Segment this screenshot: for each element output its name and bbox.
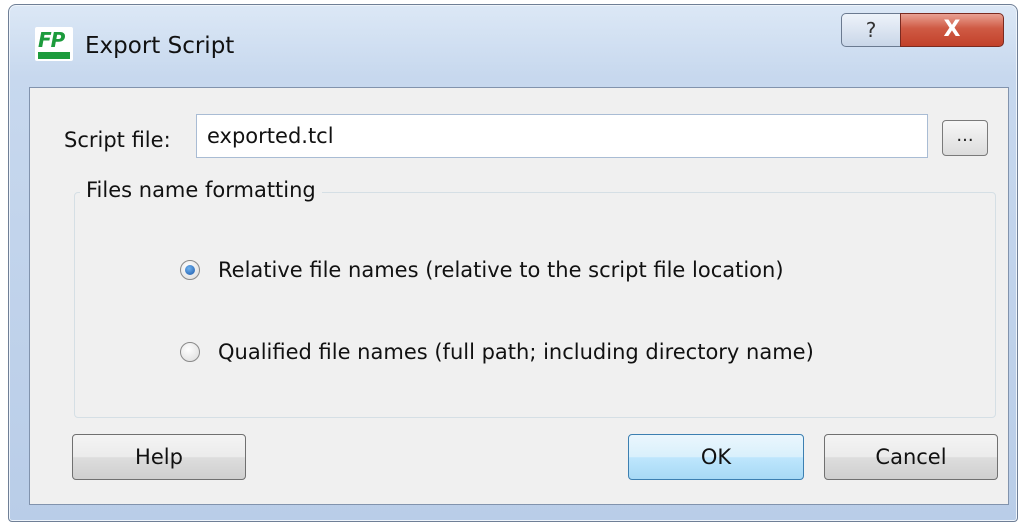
qualified-file-names-option[interactable]: Qualified file names (full path; includi… — [180, 340, 814, 364]
help-button[interactable]: Help — [72, 434, 246, 480]
group-title: Files name formatting — [80, 178, 322, 202]
help-title-button[interactable]: ? — [841, 13, 901, 47]
dialog-content: Script file: ... Files name formatting R… — [29, 87, 1009, 505]
app-icon-bar — [38, 52, 70, 59]
question-mark-icon: ? — [865, 18, 877, 42]
close-button[interactable]: X — [900, 13, 1004, 47]
script-file-label: Script file: — [64, 128, 171, 152]
files-name-formatting-group — [74, 192, 996, 418]
close-icon: X — [943, 17, 961, 42]
ok-button[interactable]: OK — [628, 434, 804, 480]
app-icon-text: FP — [38, 28, 65, 52]
radio-button-checked[interactable] — [180, 260, 200, 280]
title-bar[interactable]: FP Export Script ? X — [9, 5, 1017, 85]
browse-button[interactable]: ... — [942, 120, 988, 156]
relative-file-names-option[interactable]: Relative file names (relative to the scr… — [180, 258, 784, 282]
radio-label-relative: Relative file names (relative to the scr… — [218, 258, 784, 282]
cancel-button[interactable]: Cancel — [824, 434, 998, 480]
fp-express-app-icon: FP — [35, 27, 73, 61]
radio-button-unchecked[interactable] — [180, 342, 200, 362]
window-title: Export Script — [85, 33, 235, 59]
radio-label-qualified: Qualified file names (full path; includi… — [218, 340, 814, 364]
export-script-dialog: FP Export Script ? X Script file: ... Fi… — [8, 4, 1018, 522]
script-file-input[interactable] — [196, 114, 928, 158]
